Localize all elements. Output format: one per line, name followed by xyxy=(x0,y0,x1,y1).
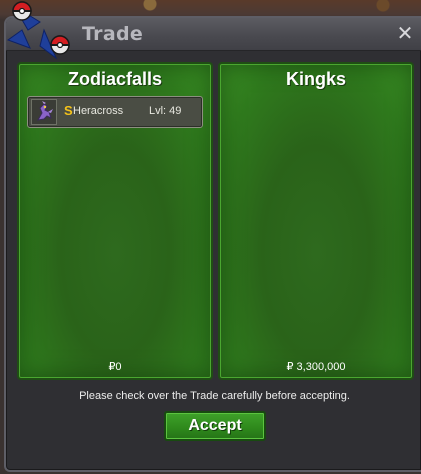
trade-panel-right: Kingks ₽ 3,300,000 xyxy=(218,62,414,380)
player-name: Zodiacfalls xyxy=(67,69,163,89)
accept-button[interactable]: Accept xyxy=(164,411,266,441)
trade-window: Trade ✕ Zodiacfalls S Heracross Lvl: 49 … xyxy=(4,16,421,472)
trade-item-slot[interactable]: S Heracross Lvl: 49 xyxy=(27,96,203,128)
pokemon-sprite-icon xyxy=(31,99,57,125)
shiny-badge: S xyxy=(64,103,73,118)
trade-panel-left: Zodiacfalls S Heracross Lvl: 49 ₽0 xyxy=(17,62,213,380)
close-icon: ✕ xyxy=(396,21,414,45)
money-offer: ₽0 xyxy=(108,361,122,373)
player-name: Kingks xyxy=(285,69,346,89)
pokemon-name: Heracross xyxy=(73,105,124,117)
window-title: Trade xyxy=(82,23,144,45)
money-offer: ₽ 3,300,000 xyxy=(286,361,346,373)
pokeball-logo-icon xyxy=(6,1,70,60)
close-button[interactable]: ✕ xyxy=(395,22,415,44)
pokemon-level: Lvl: 49 xyxy=(149,105,182,117)
trade-notice: Please check over the Trade carefully be… xyxy=(79,390,350,402)
